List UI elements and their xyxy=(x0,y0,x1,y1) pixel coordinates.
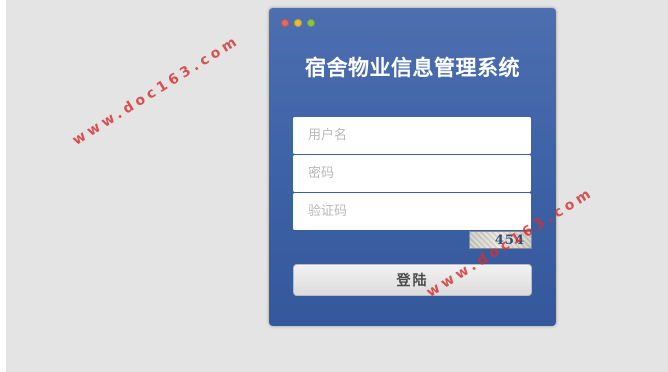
username-input[interactable] xyxy=(293,117,531,154)
captcha-code: 454 xyxy=(494,232,525,248)
window-controls xyxy=(281,19,315,27)
minimize-dot-icon[interactable] xyxy=(294,19,302,27)
password-input[interactable] xyxy=(293,155,531,192)
maximize-dot-icon[interactable] xyxy=(307,19,315,27)
system-title: 宿舍物业信息管理系统 xyxy=(305,56,520,80)
captcha-image[interactable]: 454 xyxy=(469,231,532,249)
close-dot-icon[interactable] xyxy=(281,19,289,27)
captcha-input[interactable] xyxy=(293,193,531,230)
login-button[interactable]: 登陆 xyxy=(293,264,532,296)
login-panel: 宿舍物业信息管理系统 454 登陆 xyxy=(269,8,556,326)
